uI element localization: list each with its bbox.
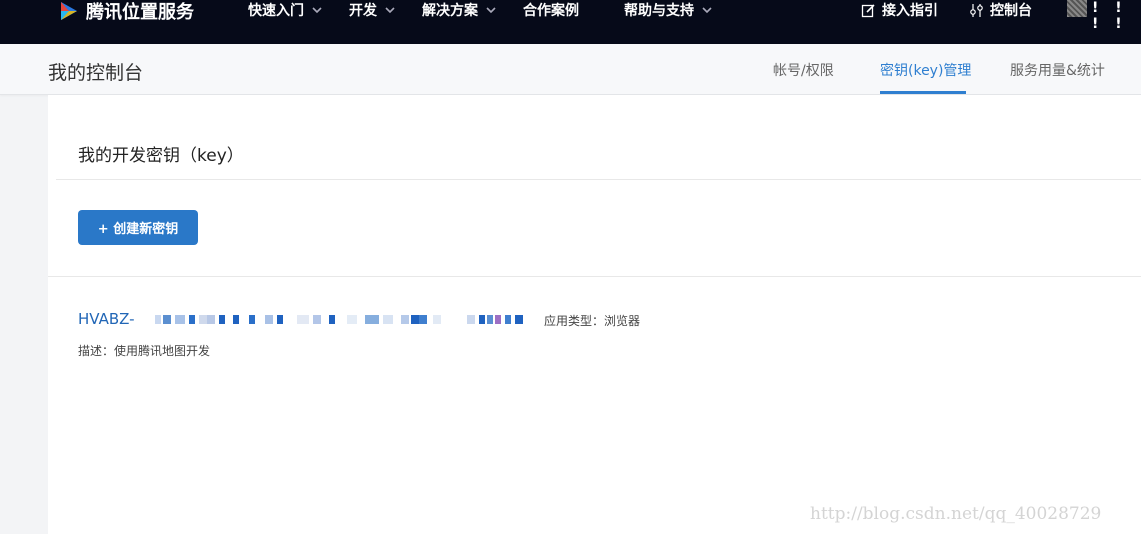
top-nav: 腾讯位置服务 快速入门 开发 解决方案 合作案例 帮助与支持 接入指引 控制台 bbox=[0, 0, 1141, 44]
divider bbox=[48, 276, 1141, 277]
console-label: 控制台 bbox=[990, 3, 1032, 19]
app-type-label: 应用类型：浏览器 bbox=[544, 314, 641, 328]
nav-item-solutions[interactable]: 解决方案 bbox=[422, 0, 496, 20]
chevron-down-icon bbox=[312, 7, 322, 14]
edit-icon bbox=[861, 3, 875, 17]
brand-name: 腾讯位置服务 bbox=[86, 2, 194, 23]
nav-item-label: 解决方案 bbox=[422, 3, 478, 19]
tab-key-management[interactable]: 密钥(key)管理 bbox=[880, 60, 971, 80]
brand-logo[interactable]: 腾讯位置服务 bbox=[58, 0, 194, 23]
divider bbox=[56, 179, 1141, 180]
watermark-text: http://blog.csdn.net/qq_40028729 bbox=[810, 504, 1102, 524]
chevron-down-icon bbox=[385, 7, 395, 14]
nav-item-cases[interactable]: 合作案例 bbox=[523, 0, 579, 20]
key-row[interactable]: HVABZ- bbox=[78, 309, 523, 329]
nav-item-label: 开发 bbox=[349, 3, 377, 19]
chevron-down-icon bbox=[486, 7, 496, 14]
page-title: 我的控制台 bbox=[48, 62, 144, 84]
key-management-card: 我的开发密钥（key） + 创建新密钥 HVABZ- 应用类型：浏览器 描述：使… bbox=[48, 95, 1141, 534]
key-redacted-mosaic bbox=[137, 309, 523, 329]
access-guide-link[interactable]: 接入指引 bbox=[861, 0, 938, 20]
nav-item-quickstart[interactable]: 快速入门 bbox=[248, 0, 322, 20]
chevron-down-icon bbox=[702, 7, 712, 14]
user-name[interactable]: ! ! ! ! bbox=[1092, 0, 1141, 32]
tencent-map-logo-icon bbox=[58, 0, 80, 22]
avatar[interactable] bbox=[1067, 0, 1087, 17]
section-title: 我的开发密钥（key） bbox=[78, 146, 244, 166]
nav-item-label: 帮助与支持 bbox=[624, 3, 694, 19]
nav-item-help[interactable]: 帮助与支持 bbox=[624, 0, 712, 20]
nav-item-develop[interactable]: 开发 bbox=[349, 0, 395, 20]
key-value[interactable]: HVABZ- bbox=[78, 310, 135, 328]
create-key-button[interactable]: + 创建新密钥 bbox=[78, 210, 198, 245]
tab-account-permissions[interactable]: 帐号/权限 bbox=[773, 60, 834, 80]
access-guide-label: 接入指引 bbox=[882, 3, 938, 19]
key-description: 描述：使用腾讯地图开发 bbox=[78, 344, 211, 358]
sub-header: 我的控制台 帐号/权限 密钥(key)管理 服务用量&统计 bbox=[0, 44, 1141, 95]
nav-item-label: 合作案例 bbox=[523, 3, 579, 19]
active-tab-indicator bbox=[880, 91, 966, 94]
sliders-icon bbox=[970, 3, 983, 17]
tab-usage-statistics[interactable]: 服务用量&统计 bbox=[1010, 60, 1105, 80]
nav-item-label: 快速入门 bbox=[248, 3, 304, 19]
console-link[interactable]: 控制台 bbox=[969, 0, 1032, 20]
